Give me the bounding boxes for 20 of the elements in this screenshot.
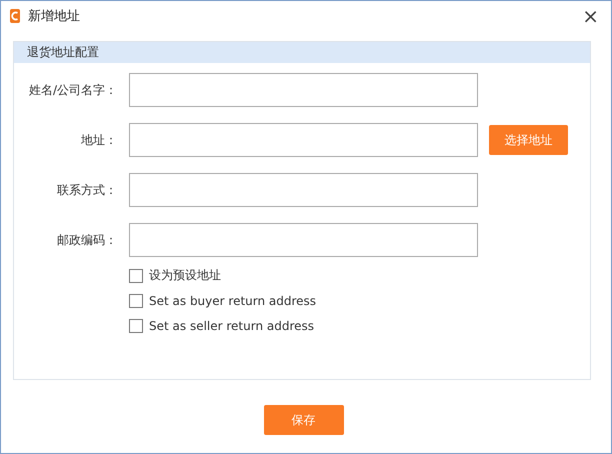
input-field[interactable] (129, 173, 478, 207)
checkbox-label: 设为预设地址 (149, 267, 221, 284)
input-field[interactable] (129, 123, 478, 157)
field-label: 地址： (80, 132, 117, 148)
app-logo-icon (8, 8, 22, 24)
field-label: 邮政编码： (56, 232, 117, 248)
checkbox-label: Set as seller return address (149, 318, 314, 332)
input-field[interactable] (129, 73, 478, 107)
close-button[interactable]: × (576, 6, 605, 26)
section-header: 退货地址配置 (14, 42, 590, 63)
field-label: 联系方式： (56, 182, 117, 198)
checkbox[interactable] (129, 318, 143, 332)
window-title: 新增地址 (28, 8, 80, 25)
input-field[interactable] (129, 223, 478, 257)
checkbox[interactable] (129, 294, 143, 308)
checkbox-label: Set as buyer return address (149, 294, 316, 308)
select-address-button[interactable]: 选择地址 (489, 125, 568, 155)
field-label: 姓名/公司名字： (28, 82, 117, 98)
save-button[interactable]: 保存 (264, 405, 344, 435)
checkbox[interactable] (129, 268, 143, 282)
